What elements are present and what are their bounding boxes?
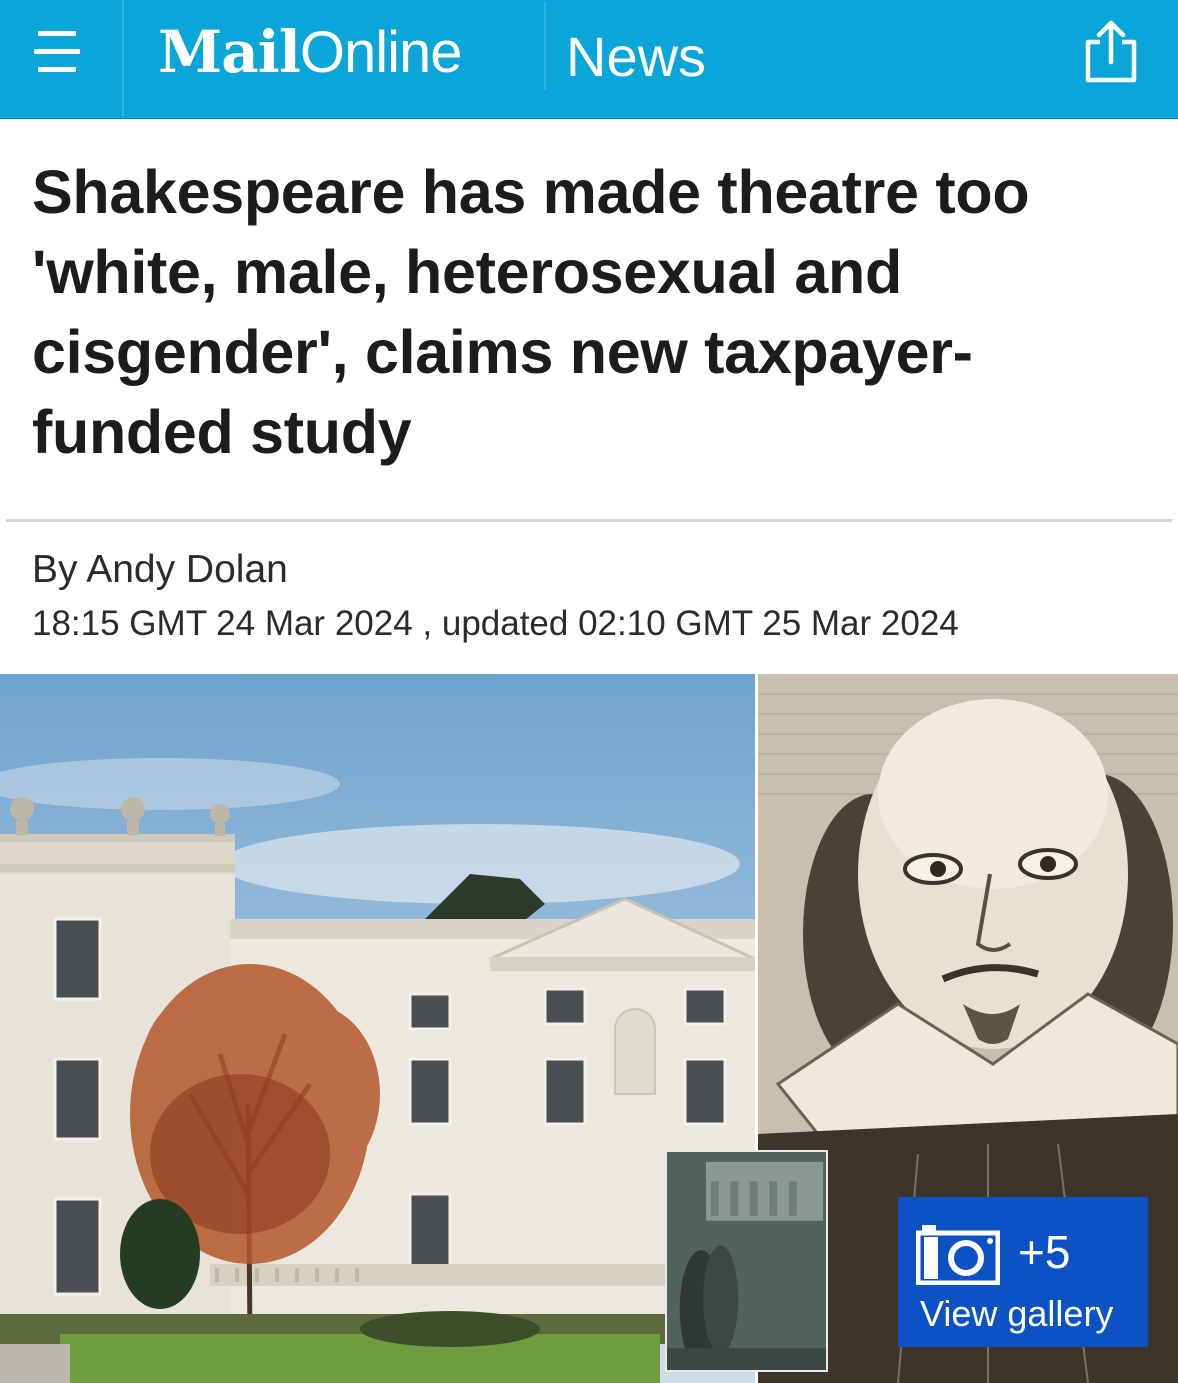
header-divider — [544, 2, 546, 90]
divider — [6, 519, 1172, 522]
share-button[interactable] — [1078, 20, 1144, 84]
channel-link-news[interactable]: News — [566, 24, 706, 89]
menu-icon — [34, 29, 80, 75]
top-bar: Mail Online News — [0, 0, 1178, 119]
gallery-count: +5 — [1018, 1226, 1071, 1278]
menu-button[interactable] — [0, 0, 124, 118]
camera-icon — [916, 1225, 1000, 1285]
byline-prefix: By — [32, 548, 78, 591]
byline: By Andy Dolan — [32, 548, 288, 592]
dateline: 18:15 GMT 24 Mar 2024 , updated 02:10 GM… — [32, 604, 959, 643]
share-icon — [1085, 20, 1137, 83]
gallery-label: View gallery — [920, 1293, 1114, 1334]
inset-scene-image[interactable] — [665, 1150, 828, 1372]
logo-mail: Mail — [158, 18, 301, 86]
article-headline: Shakespeare has made theatre too 'white,… — [32, 158, 1030, 466]
building-photo[interactable] — [0, 674, 755, 1383]
site-logo[interactable]: Mail Online — [158, 18, 463, 88]
hero-image-area[interactable]: +5 View gallery — [0, 674, 1178, 1383]
author-link[interactable]: Andy Dolan — [86, 548, 288, 591]
logo-online: Online — [299, 20, 463, 85]
view-gallery-button[interactable]: +5 View gallery — [898, 1197, 1148, 1347]
